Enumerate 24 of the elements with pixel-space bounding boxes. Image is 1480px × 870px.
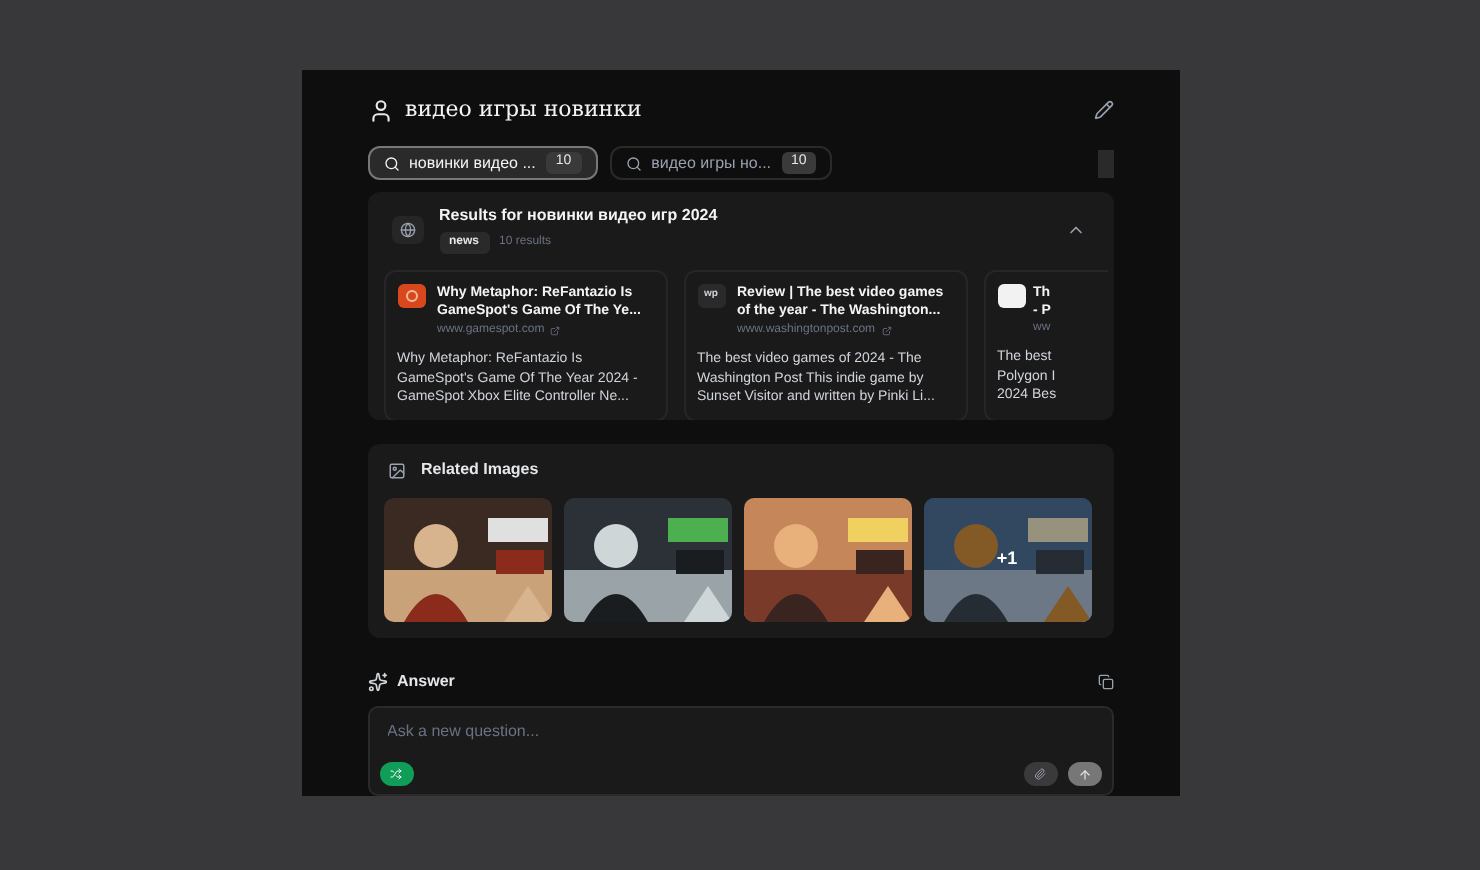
question-field[interactable]: Ask a new question... <box>367 706 1113 796</box>
external-link-icon <box>550 326 561 336</box>
paperclip-icon <box>1034 768 1046 780</box>
question-input[interactable]: Ask a new question... <box>387 720 1093 745</box>
more-count: +1 <box>996 546 1018 573</box>
external-link-icon <box>881 326 892 336</box>
section-title: Related Images <box>421 458 539 483</box>
model-button[interactable] <box>379 762 413 786</box>
search-icon <box>383 155 399 171</box>
user-icon <box>367 97 393 123</box>
shuffle-icon <box>390 768 402 780</box>
query-title: видео игры новинки <box>405 93 642 126</box>
arrow-up-icon <box>1077 767 1091 781</box>
copy-button[interactable] <box>1097 674 1113 691</box>
results-title: Results for новинки видео игр 2024 <box>439 204 718 228</box>
scrollbar[interactable] <box>1097 149 1113 177</box>
send-button[interactable] <box>1067 762 1101 786</box>
image-icon <box>387 461 405 480</box>
attach-button[interactable] <box>1023 762 1057 786</box>
search-icon <box>625 155 642 171</box>
sparkle-icon <box>367 672 387 693</box>
globe-icon <box>391 215 423 243</box>
edit-button[interactable] <box>1093 100 1113 120</box>
answer-heading: Answer <box>397 670 455 695</box>
